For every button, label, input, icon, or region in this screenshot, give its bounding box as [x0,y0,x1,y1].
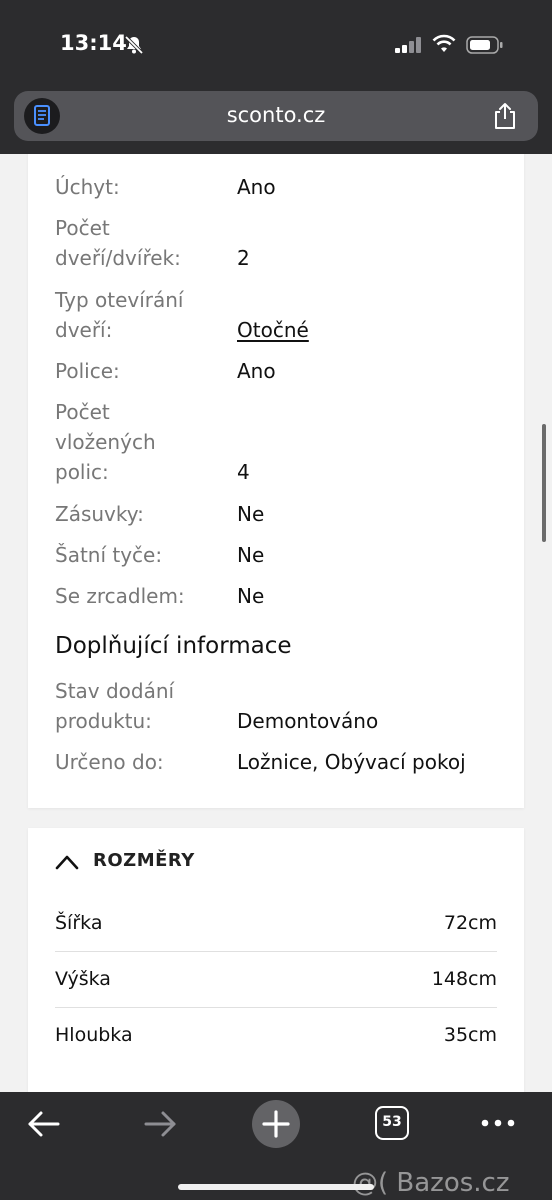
spec-label-shelf-count-2: vložených [55,430,156,454]
home-indicator [178,1184,374,1190]
dimension-value-depth: 35cm [443,1024,497,1046]
spec-label-shelf-count-3: polic: [55,460,109,484]
more-icon[interactable] [480,1118,516,1128]
additional-info-heading: Doplňující informace [55,633,292,659]
url-text[interactable]: sconto.cz [14,103,538,127]
dimensions-card: ROZMĚRY Šířka 72cm Výška 148cm Hloubka 3… [28,828,524,1092]
browser-top-bar: 13:14 sconto.cz [0,0,552,154]
spec-label-shelf-count-1: Počet [55,400,110,424]
wifi-icon [432,34,456,52]
spec-label-mirror: Se zrcadlem: [55,584,185,608]
address-bar[interactable]: sconto.cz [14,91,538,141]
chevron-up-icon[interactable] [55,854,79,870]
spec-label-opening-type-2: dveří: [55,318,113,342]
spec-value-door-count: 2 [237,246,250,270]
dimension-row: Šířka 72cm [55,896,497,952]
browser-bottom-toolbar: 53 @( Bazos.cz [0,1092,552,1200]
tabs-button[interactable]: 53 [375,1106,409,1140]
dimension-value-width: 72cm [443,912,497,934]
spec-label-handle: Úchyt: [55,175,120,199]
dimension-value-height: 148cm [431,968,497,990]
spec-value-mirror: Ne [237,584,265,608]
dimension-row: Hloubka 35cm [55,1008,497,1064]
signal-icon [395,37,421,53]
dimension-label-width: Šířka [55,912,103,934]
scroll-indicator[interactable] [542,424,546,542]
page-content: … Úchyt: Ano Počet dveří/dvířek: 2 Typ o… [0,154,552,1092]
status-time: 13:14 [60,31,127,55]
dimension-label-height: Výška [55,968,111,990]
dimension-row: Výška 148cm [55,952,497,1008]
spec-label-drawers: Zásuvky: [55,502,144,526]
spec-label-delivery-state-2: produktu: [55,709,152,733]
specifications-card: … Úchyt: Ano Počet dveří/dvířek: 2 Typ o… [28,154,524,808]
spec-label-intended-for: Určeno do: [55,750,164,774]
spec-value-hanging-rods: Ne [237,543,265,567]
spec-value-shelf-count: 4 [237,460,250,484]
spec-value-delivery-state: Demontováno [237,709,379,733]
spec-value-opening-type-link[interactable]: Otočné [237,315,309,345]
spec-label-door-count-2: dveří/dvířek: [55,246,181,270]
share-icon[interactable] [492,102,518,130]
new-tab-button[interactable] [252,1100,300,1148]
dimensions-title[interactable]: ROZMĚRY [93,850,195,871]
watermark: @( Bazos.cz [352,1168,510,1198]
spec-value-intended-for: Ložnice, Obývací pokoj [237,750,466,774]
spec-label-shelves: Police: [55,359,120,383]
spec-label-door-count-1: Počet [55,216,110,240]
spec-label-hanging-rods: Šatní tyče: [55,543,163,567]
forward-arrow-icon[interactable] [142,1108,178,1140]
spec-value-handle: Ano [237,175,276,199]
plus-icon [262,1110,290,1138]
spec-value-shelves: Ano [237,359,276,383]
bell-slash-icon [124,35,144,55]
dimension-label-depth: Hloubka [55,1024,133,1046]
back-arrow-icon[interactable] [26,1108,62,1140]
spec-value-drawers: Ne [237,502,265,526]
spec-label-opening-type-1: Typ otevírání [55,288,184,312]
battery-icon [466,36,503,54]
spec-label-delivery-state-1: Stav dodání [55,679,175,703]
